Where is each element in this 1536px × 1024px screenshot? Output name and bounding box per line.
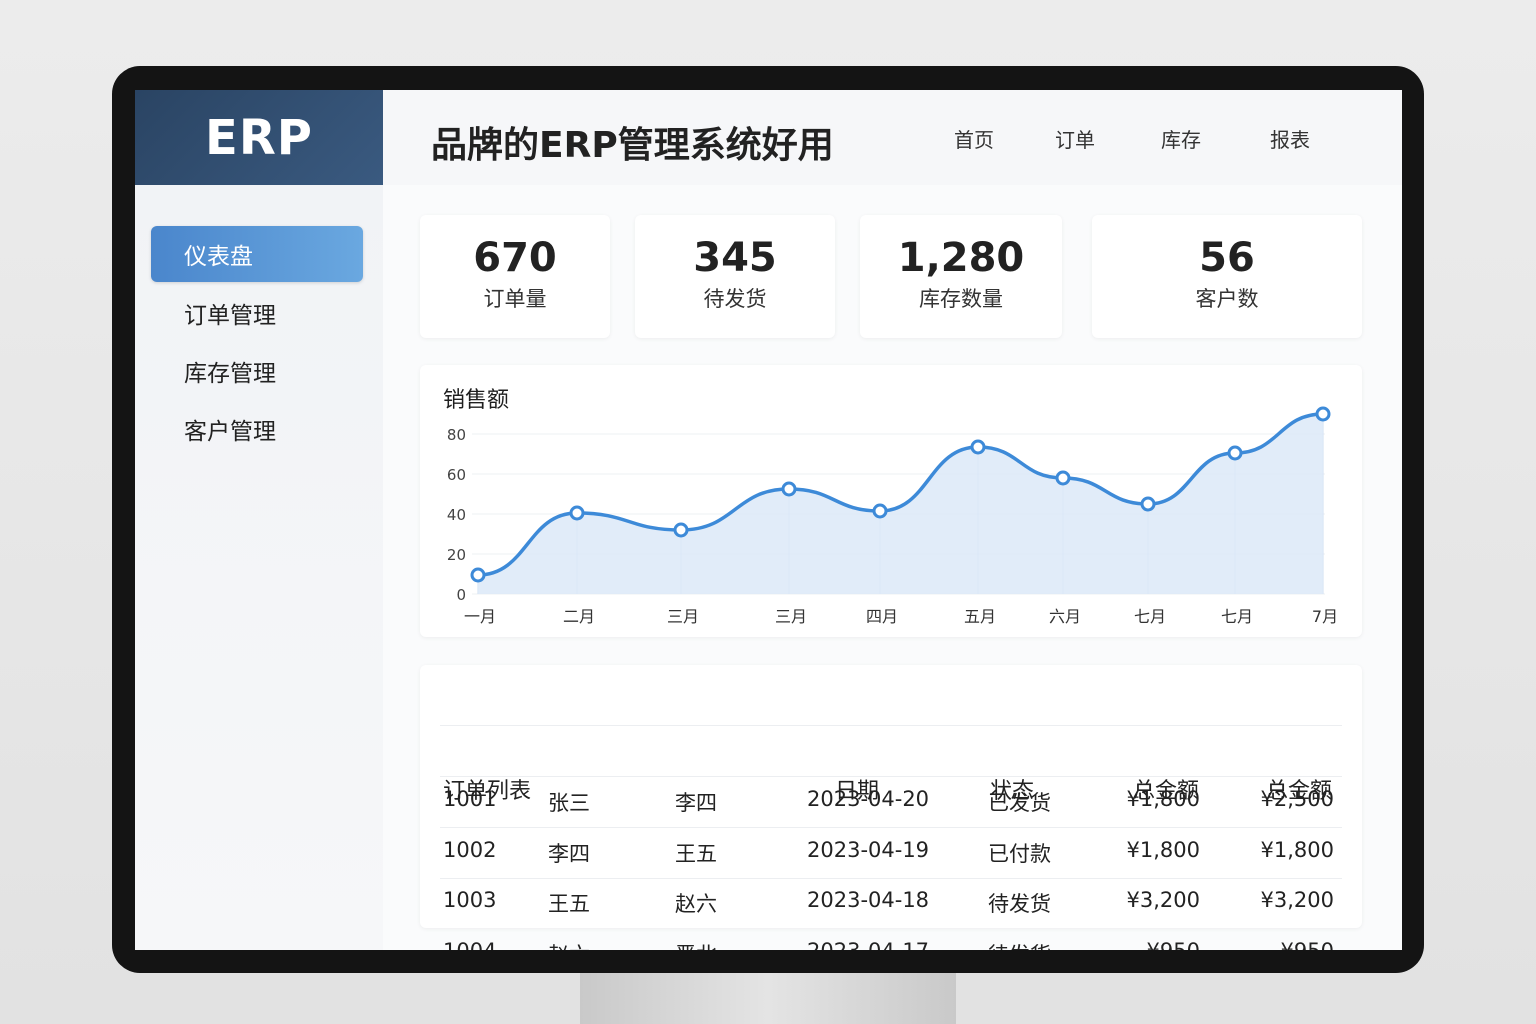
stat-value: 56 xyxy=(1199,235,1255,281)
cell-contact: 赵六 xyxy=(675,892,717,916)
cell-date: 2023-04-19 xyxy=(807,838,930,862)
logo: ERP xyxy=(135,90,383,185)
row-divider xyxy=(440,725,1342,726)
data-point xyxy=(781,481,797,497)
cell-total: ¥950 xyxy=(1281,939,1334,950)
x-tick-label: 四月 xyxy=(866,607,898,626)
cell-customer: 李四 xyxy=(548,842,590,866)
cell-contact: 李四 xyxy=(675,791,717,815)
nav-reports[interactable]: 报表 xyxy=(1270,124,1310,153)
cell-contact: 王五 xyxy=(675,842,717,866)
x-tick-label: 三月 xyxy=(775,607,807,626)
cell-date: 2023-04-20 xyxy=(807,787,930,811)
sidebar-item-dashboard[interactable]: 仪表盘 xyxy=(151,226,363,282)
data-point xyxy=(1140,496,1156,512)
x-tick-label: 七月 xyxy=(1221,607,1253,626)
y-tick-label: 20 xyxy=(447,546,466,564)
data-point xyxy=(1227,445,1243,461)
sales-chart-card: 销售额 0 20 40 60 80 一月 二月 三月 三月 四月 五月 六月 七月 七月 7月 xyxy=(420,365,1362,637)
cell-total: ¥1,800 xyxy=(1260,838,1334,862)
y-tick-label: 80 xyxy=(447,426,466,444)
row-divider xyxy=(440,878,1342,879)
cell-customer: 赵六 xyxy=(548,939,590,950)
data-point xyxy=(673,522,689,538)
nav-orders[interactable]: 订单 xyxy=(1055,124,1095,153)
row-divider xyxy=(440,776,1342,777)
sales-line-chart: 0 20 40 60 80 一月 二月 三月 三月 四月 五月 六月 七月 七月 7月 xyxy=(447,406,1338,626)
x-tick-label: 二月 xyxy=(563,607,595,626)
x-tick-label: 一月 xyxy=(464,607,496,626)
cell-status: 待发货 xyxy=(988,892,1051,916)
stat-value: 670 xyxy=(473,235,557,281)
page-title: 品牌的ERP管理系统好用 xyxy=(431,125,834,166)
stat-value: 1,280 xyxy=(897,235,1025,281)
cell-status: 已发货 xyxy=(988,791,1051,815)
x-tick-label: 六月 xyxy=(1049,607,1081,626)
cell-order-id: 1002 xyxy=(443,838,497,862)
cell-amount: ¥1,800 xyxy=(1126,787,1200,811)
data-point xyxy=(872,503,888,519)
cell-contact: 晋北 xyxy=(675,939,717,950)
cell-customer: 张三 xyxy=(548,791,590,815)
data-point xyxy=(1315,406,1331,422)
stat-label: 订单量 xyxy=(483,287,547,311)
cell-amount: ¥1,800 xyxy=(1126,838,1200,862)
nav-home[interactable]: 首页 xyxy=(954,124,994,153)
y-tick-label: 0 xyxy=(456,586,466,604)
cell-order-id: 1004 xyxy=(443,939,496,950)
data-point xyxy=(470,567,486,583)
stat-label: 客户数 xyxy=(1195,287,1259,311)
cell-order-id: 1001 xyxy=(443,787,497,811)
sidebar: 仪表盘 订单管理 库存管理 客户管理 xyxy=(135,185,383,950)
cell-amount: ¥950 xyxy=(1147,939,1200,950)
cell-date: 2023-04-17 xyxy=(807,939,929,950)
data-point xyxy=(1055,470,1071,486)
area-fill xyxy=(478,414,1323,594)
stat-card-customers: 56 客户数 xyxy=(1092,215,1362,338)
top-bar: 品牌的ERP管理系统好用 首页 订单 库存 报表 xyxy=(383,90,1402,185)
data-point xyxy=(569,505,585,521)
cell-date: 2023-04-18 xyxy=(807,888,930,912)
cell-status: 待发货 xyxy=(988,939,1051,950)
y-tick-label: 40 xyxy=(447,506,466,524)
cell-customer: 王五 xyxy=(548,892,590,916)
stat-card-orders: 670 订单量 xyxy=(420,215,610,338)
x-tick-label: 五月 xyxy=(964,607,996,626)
screen: ERP 品牌的ERP管理系统好用 首页 订单 库存 报表 仪表盘 订单管理 库存… xyxy=(135,90,1402,950)
x-tick-label: 7月 xyxy=(1312,607,1338,626)
cell-amount: ¥3,200 xyxy=(1126,888,1200,912)
row-divider xyxy=(440,827,1342,828)
cell-total: ¥2,500 xyxy=(1260,787,1334,811)
stat-value: 345 xyxy=(693,235,777,281)
stat-card-stock: 1,280 库存数量 xyxy=(860,215,1062,338)
cell-total: ¥3,200 xyxy=(1260,888,1334,912)
nav-inventory[interactable]: 库存 xyxy=(1161,124,1201,153)
x-tick-label: 七月 xyxy=(1134,607,1166,626)
cell-status: 已付款 xyxy=(988,842,1051,866)
sidebar-item-customers[interactable]: 客户管理 xyxy=(151,401,363,457)
stat-card-pending: 345 待发货 xyxy=(635,215,835,338)
stat-label: 待发货 xyxy=(703,287,767,311)
sidebar-item-inventory[interactable]: 库存管理 xyxy=(151,343,363,399)
sidebar-item-orders[interactable]: 订单管理 xyxy=(151,285,363,341)
orders-table: 订单列表 日期 状态 总金额 总金额 1001 张三 李四 2023-04-20 已发货… xyxy=(420,665,1362,950)
data-point xyxy=(970,439,986,455)
stat-label: 库存数量 xyxy=(919,287,1003,311)
x-tick-label: 三月 xyxy=(667,607,699,626)
cell-order-id: 1003 xyxy=(443,888,497,912)
y-tick-label: 60 xyxy=(447,466,466,484)
